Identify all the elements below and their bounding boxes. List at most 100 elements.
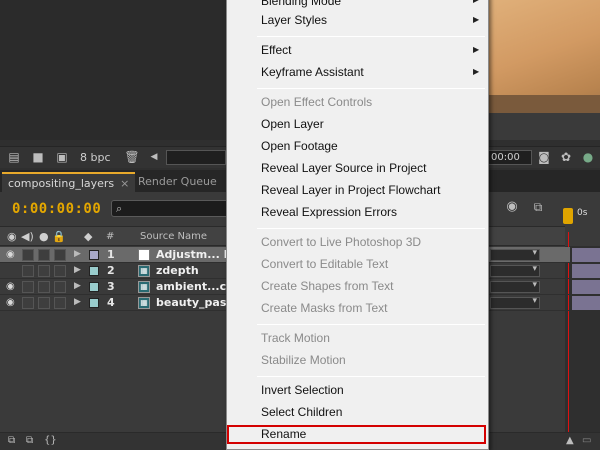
solo-toggle[interactable] <box>38 249 50 261</box>
tab-label: Render Queue <box>138 175 217 188</box>
label-color-swatch[interactable] <box>89 282 99 292</box>
tab-compositing-layers[interactable]: compositing_layers × <box>2 172 136 192</box>
search-input[interactable]: ⌕ <box>111 200 231 217</box>
menu-item-reveal-expression-errors[interactable]: Reveal Expression Errors <box>261 205 397 219</box>
trash-icon[interactable]: 🗑 <box>124 150 140 164</box>
audio-toggle[interactable] <box>22 265 34 277</box>
layer-bar[interactable] <box>572 264 600 278</box>
expand-arrow-icon[interactable]: ▶ <box>74 265 81 275</box>
camera-icon[interactable]: ◙ <box>536 150 552 164</box>
layer-name[interactable]: zdepth <box>156 264 199 277</box>
layer-bar[interactable] <box>572 280 600 294</box>
footage-icon: ▦ <box>138 281 150 293</box>
transfer-controls-icon[interactable]: ⧉ <box>26 435 33 446</box>
layer-number: 3 <box>107 280 115 293</box>
show-channel-icon[interactable]: ✿ <box>558 150 574 164</box>
folder-icon[interactable]: ■ <box>30 150 46 164</box>
menu-separator <box>257 376 485 377</box>
menu-item-create-shapes-from-text: Create Shapes from Text <box>261 279 394 293</box>
audio-toggle[interactable] <box>22 281 34 293</box>
flowchart-icon[interactable]: ▤ <box>6 150 22 164</box>
menu-item-convert-live-photoshop-3d: Convert to Live Photoshop 3D <box>261 235 422 249</box>
menu-item-effect[interactable]: Effect <box>261 43 291 57</box>
scroll-left-icon[interactable]: ◀ <box>146 150 162 164</box>
expand-arrow-icon[interactable]: ▶ <box>74 249 81 259</box>
mode-dropdown[interactable] <box>490 248 540 261</box>
layer-number: 2 <box>107 264 115 277</box>
solo-toggle[interactable] <box>38 265 50 277</box>
footage-icon: ▦ <box>138 297 150 309</box>
zoom-slider[interactable]: ▭ <box>582 435 591 446</box>
bit-depth-label[interactable]: 8 bpc <box>80 151 111 164</box>
scroll-track[interactable] <box>166 150 226 165</box>
expand-arrow-icon[interactable]: ▶ <box>74 297 81 307</box>
current-time-display[interactable]: 0:00:00:00 <box>12 201 101 217</box>
menu-item-open-layer[interactable]: Open Layer <box>261 117 324 131</box>
lock-toggle[interactable] <box>54 297 66 309</box>
solo-toggle[interactable] <box>38 297 50 309</box>
label-color-swatch[interactable] <box>89 298 99 308</box>
layer-bar[interactable] <box>572 296 600 310</box>
menu-item-invert-selection[interactable]: Invert Selection <box>261 383 344 397</box>
label-color-swatch[interactable] <box>89 266 99 276</box>
close-icon[interactable]: × <box>120 177 129 190</box>
visibility-icon[interactable]: ◉ <box>6 281 15 292</box>
mode-dropdown[interactable] <box>490 264 540 277</box>
composition-icon[interactable]: ▣ <box>54 150 70 164</box>
footage-icon: ▦ <box>138 265 150 277</box>
audio-icon[interactable]: ◀) <box>21 230 34 243</box>
layer-name[interactable]: ambient...cc <box>156 280 233 293</box>
menu-separator <box>257 324 485 325</box>
rename-highlight-box <box>227 425 486 444</box>
solo-icon[interactable]: ● <box>39 230 49 243</box>
adjustment-layer-icon <box>138 249 150 261</box>
lock-toggle[interactable] <box>54 249 66 261</box>
audio-toggle[interactable] <box>22 297 34 309</box>
menu-item-convert-editable-text: Convert to Editable Text <box>261 257 389 271</box>
layer-number: 4 <box>107 296 115 309</box>
visibility-icon[interactable]: ◉ <box>6 249 15 260</box>
layer-bar[interactable] <box>572 248 600 262</box>
in-out-icon[interactable]: {} <box>44 435 57 446</box>
column-number[interactable]: # <box>106 231 114 242</box>
zoom-out-icon[interactable]: ▲ <box>566 435 574 446</box>
draft-3d-icon[interactable]: ◉ <box>504 200 520 214</box>
eye-icon[interactable]: ◉ <box>7 230 17 243</box>
menu-item-reveal-layer-flowchart[interactable]: Reveal Layer in Project Flowchart <box>261 183 440 197</box>
lock-icon[interactable]: 🔒 <box>52 230 66 243</box>
mode-dropdown[interactable] <box>490 280 540 293</box>
submenu-arrow-icon: ▶ <box>473 15 480 24</box>
layer-name[interactable]: beauty_pass <box>156 296 233 309</box>
label-tag-icon[interactable]: ◆ <box>84 230 92 243</box>
menu-item-blending-mode[interactable]: Blending Mode <box>261 0 341 8</box>
expand-arrow-icon[interactable]: ▶ <box>74 281 81 291</box>
menu-item-stabilize-motion: Stabilize Motion <box>261 353 346 367</box>
visibility-icon[interactable]: ◉ <box>6 297 15 308</box>
viewer-image <box>488 0 600 140</box>
viewer-timecode[interactable]: 00:00 <box>488 150 532 165</box>
layer-number: 1 <box>107 248 115 261</box>
audio-toggle[interactable] <box>22 249 34 261</box>
menu-separator <box>257 88 485 89</box>
submenu-arrow-icon: ▶ <box>473 67 480 76</box>
lock-toggle[interactable] <box>54 281 66 293</box>
menu-separator <box>257 228 485 229</box>
tab-render-queue[interactable]: Render Queue <box>132 172 223 192</box>
motion-blur-icon[interactable]: ⧉ <box>530 200 546 214</box>
menu-item-select-children[interactable]: Select Children <box>261 405 342 419</box>
lock-toggle[interactable] <box>54 265 66 277</box>
menu-item-layer-styles[interactable]: Layer Styles <box>261 13 327 27</box>
layer-switches-icon[interactable]: ⧉ <box>8 435 15 446</box>
submenu-arrow-icon: ▶ <box>473 0 479 4</box>
solo-toggle[interactable] <box>38 281 50 293</box>
menu-item-reveal-layer-source[interactable]: Reveal Layer Source in Project <box>261 161 426 175</box>
color-channels-icon[interactable]: ● <box>580 150 596 164</box>
label-color-swatch[interactable] <box>89 250 99 260</box>
menu-item-open-effect-controls: Open Effect Controls <box>261 95 373 109</box>
layer-context-menu: Blending Mode ▶ Layer Styles ▶ Effect ▶ … <box>226 0 489 450</box>
playhead-handle[interactable] <box>563 208 573 224</box>
mode-dropdown[interactable] <box>490 296 540 309</box>
menu-item-keyframe-assistant[interactable]: Keyframe Assistant <box>261 65 364 79</box>
column-source-name[interactable]: Source Name <box>140 231 207 242</box>
menu-item-open-footage[interactable]: Open Footage <box>261 139 338 153</box>
